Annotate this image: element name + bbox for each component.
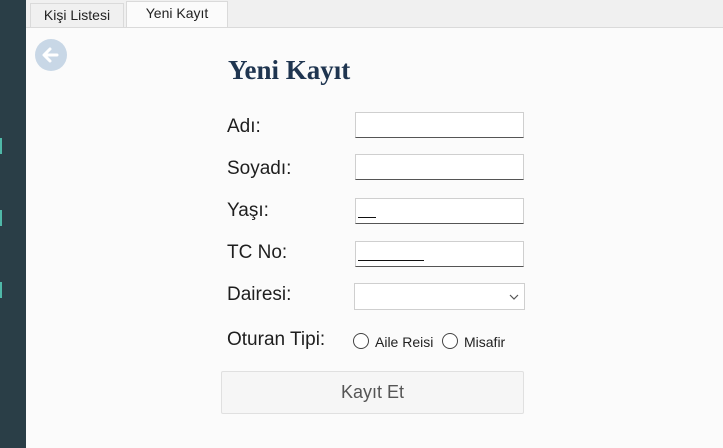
last-name-label: Soyadı: — [227, 158, 292, 179]
tab-bar: Kişi Listesi Yeni Kayıt — [26, 0, 723, 28]
radio-label: Misafir — [464, 334, 506, 350]
radio-circle[interactable] — [353, 333, 369, 349]
dock-mark — [0, 210, 2, 226]
arrow-left-circle-icon — [42, 47, 59, 63]
chevron-down-icon — [509, 294, 519, 300]
apartment-label: Dairesi: — [227, 284, 292, 305]
last-name-field[interactable] — [355, 154, 524, 180]
left-dock-strip — [0, 0, 26, 448]
tc-no-label: TC No: — [227, 242, 288, 263]
resident-type-label: Oturan Tipi: — [227, 329, 326, 350]
age-label: Yaşı: — [227, 200, 269, 221]
tab-kisi-listesi[interactable]: Kişi Listesi — [30, 3, 124, 27]
dock-mark — [0, 282, 2, 298]
dock-mark — [0, 138, 2, 154]
apartment-select[interactable] — [354, 283, 525, 310]
back-button[interactable] — [35, 39, 67, 71]
first-name-field[interactable] — [355, 112, 524, 138]
save-button[interactable]: Kayıt Et — [221, 371, 524, 414]
age-field[interactable] — [355, 198, 524, 224]
radio-circle[interactable] — [442, 333, 458, 349]
tc-no-input-mask — [358, 260, 424, 261]
tc-no-field[interactable] — [355, 241, 524, 267]
age-input-mask — [358, 217, 376, 218]
tab-yeni-kayit[interactable]: Yeni Kayıt — [126, 1, 228, 27]
first-name-label: Adı: — [227, 116, 261, 137]
page-title: Yeni Kayıt — [228, 55, 351, 85]
radio-label: Aile Reisi — [375, 334, 434, 350]
